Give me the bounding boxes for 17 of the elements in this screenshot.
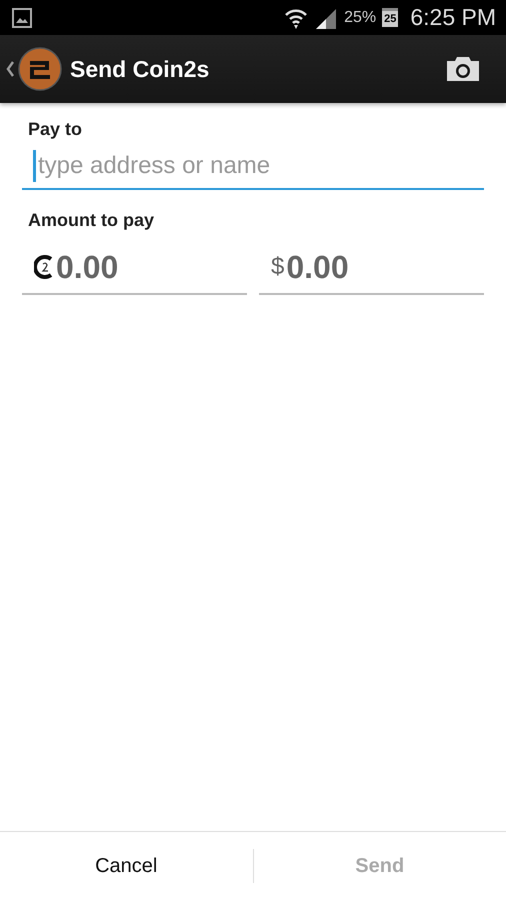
footer-button[interactable]: Cancel bbox=[0, 832, 252, 900]
currency-symbol: $ bbox=[271, 253, 284, 281]
wifi-icon bbox=[284, 6, 308, 28]
screen-title: Send Coin2s bbox=[70, 56, 210, 82]
pay-to-label: Pay to bbox=[28, 119, 84, 140]
address-field[interactable]: type address or name bbox=[36, 152, 484, 180]
amount-field[interactable]: 0.00 bbox=[54, 248, 247, 286]
calendar-icon: 25 bbox=[382, 8, 398, 27]
amount-field[interactable]: 0.00 bbox=[284, 248, 484, 286]
amount-label: Amount to pay bbox=[28, 210, 155, 231]
back-chevron-icon bbox=[6, 61, 14, 77]
clock-time: 6:25 PM bbox=[410, 4, 496, 31]
image-icon bbox=[12, 8, 32, 28]
coin-symbol-icon bbox=[34, 253, 54, 281]
camera-icon bbox=[446, 56, 480, 82]
battery-percent: 25% bbox=[344, 8, 376, 26]
app-logo-icon bbox=[18, 47, 62, 91]
